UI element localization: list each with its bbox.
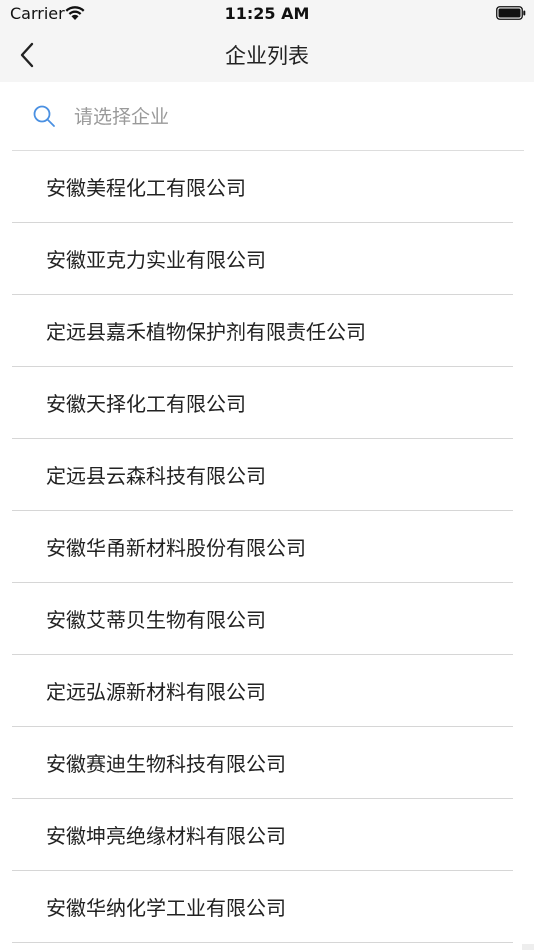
list-item[interactable]: 安徽华甬新材料股份有限公司 — [0, 511, 534, 583]
list-item-label: 安徽美程化工有限公司 — [46, 176, 246, 200]
list-item[interactable]: 安徽赛迪生物科技有限公司 — [0, 727, 534, 799]
battery-icon — [496, 6, 526, 20]
nav-bar: 企业列表 — [0, 28, 534, 82]
list-item-label: 安徽华纳化学工业有限公司 — [46, 896, 286, 920]
list-item[interactable]: 安徽华纳化学工业有限公司 — [0, 871, 534, 943]
list-item-label: 定远弘源新材料有限公司 — [46, 680, 266, 704]
list-item[interactable]: 安徽美程化工有限公司 — [0, 151, 534, 223]
list-item-label: 安徽赛迪生物科技有限公司 — [46, 752, 286, 776]
page-title: 企业列表 — [225, 44, 309, 68]
list-item-label: 安徽华甬新材料股份有限公司 — [46, 536, 306, 560]
list-item[interactable]: 定远县嘉禾植物保护剂有限责任公司 — [0, 295, 534, 367]
list-item[interactable]: 定远弘源新材料有限公司 — [0, 655, 534, 727]
list-item-label: 安徽艾蒂贝生物有限公司 — [46, 608, 266, 632]
list-item-label: 安徽亚克力实业有限公司 — [46, 248, 266, 272]
list-item[interactable]: 定远县云森科技有限公司 — [0, 439, 534, 511]
clock: 11:25 AM — [224, 4, 310, 23]
company-list: 安徽美程化工有限公司 安徽亚克力实业有限公司 定远县嘉禾植物保护剂有限责任公司 … — [0, 151, 534, 943]
status-bar: Carrier 11:25 AM — [0, 0, 534, 28]
search-bar — [0, 82, 534, 150]
search-input[interactable] — [74, 100, 494, 134]
list-item[interactable]: 安徽亚克力实业有限公司 — [0, 223, 534, 295]
list-item-label: 定远县嘉禾植物保护剂有限责任公司 — [46, 320, 366, 344]
row-divider — [12, 942, 513, 943]
screen: Carrier 11:25 AM 企业列表 安徽美程化工有限公司 — [0, 0, 534, 950]
list-item[interactable]: 安徽艾蒂贝生物有限公司 — [0, 583, 534, 655]
list-item[interactable]: 安徽坤亮绝缘材料有限公司 — [0, 799, 534, 871]
list-item[interactable]: 安徽天择化工有限公司 — [0, 367, 534, 439]
list-item-label: 安徽坤亮绝缘材料有限公司 — [46, 824, 286, 848]
scroll-indicator — [522, 944, 534, 950]
list-item-label: 定远县云森科技有限公司 — [46, 464, 266, 488]
list-item-label: 安徽天择化工有限公司 — [46, 392, 246, 416]
search-icon — [33, 105, 55, 127]
